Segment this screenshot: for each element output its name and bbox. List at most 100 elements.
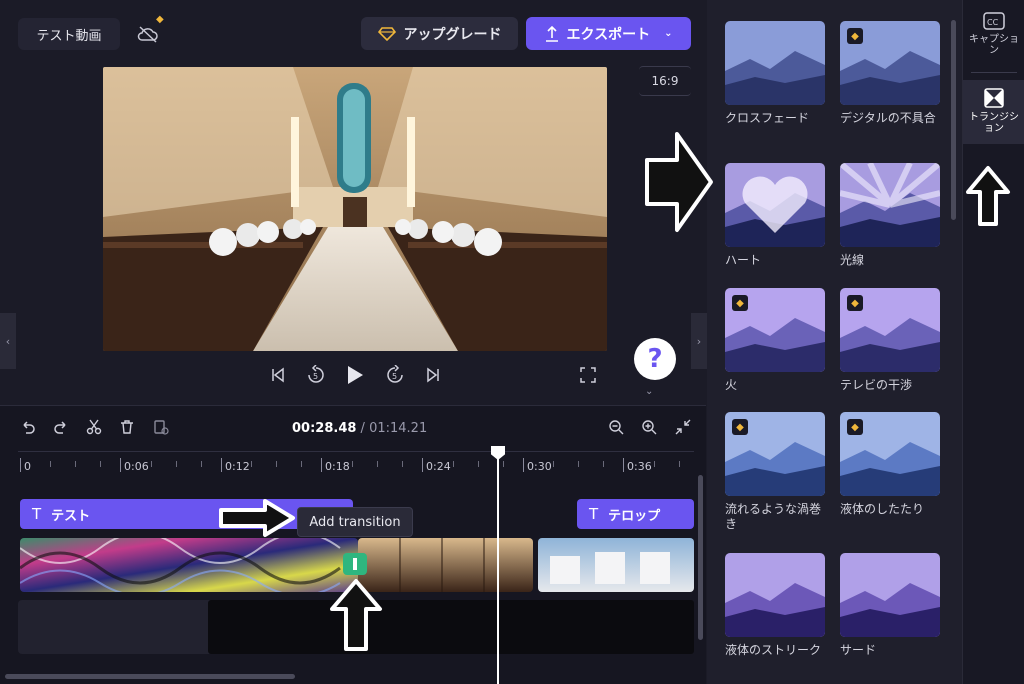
time-separator: / [356,421,370,436]
transition-card[interactable]: ◆ [840,21,940,105]
ruler-tick: 0:30 [523,458,552,473]
transition-card[interactable] [840,553,940,637]
diamond-icon [377,26,396,41]
panel-scrollbar[interactable] [951,20,956,220]
export-label: エクスポート [566,26,651,43]
transition-card[interactable] [840,163,940,247]
play-button[interactable] [342,362,368,388]
project-title: テスト動画 [36,28,102,44]
audio-clip[interactable] [208,600,694,654]
transition-card[interactable]: ◆ [725,288,825,372]
upgrade-button[interactable]: アップグレード [361,17,518,50]
rail-transitions-label: トランジション [969,112,1019,134]
text-icon: T [589,505,599,523]
fit-icon [675,419,691,435]
left-panel-toggle[interactable]: ‹ [0,313,16,369]
ruler-minor-tick [201,461,202,467]
vertical-scrollbar[interactable] [698,475,703,640]
rail-transitions[interactable]: トランジション [963,80,1024,144]
ruler-minor-tick [478,461,479,467]
chevron-down-icon[interactable]: ⌄ [645,386,653,397]
timeline-ruler[interactable]: 0 0:06 0:12 0:18 0:24 0:30 0:36 [18,451,694,473]
diamond-icon: ◆ [847,419,863,435]
transition-marker-icon [353,558,357,570]
rail-captions[interactable]: CC キャプション [963,8,1024,70]
zoom-out-button[interactable] [605,416,627,438]
ruler-minor-tick [75,461,76,467]
svg-text:5: 5 [392,372,397,381]
diamond-icon: ◆ [732,419,748,435]
diamond-icon: ◆ [847,295,863,311]
ruler-minor-tick [151,461,152,467]
ruler-minor-tick [402,461,403,467]
ruler-minor-tick [654,461,655,467]
video-preview [103,67,607,351]
help-button[interactable]: ? [634,338,676,380]
annotation-arrow-up [966,166,1010,226]
transition-thumbnail [725,553,825,637]
current-time: 00:28.48 [292,421,357,436]
fullscreen-icon [580,367,596,383]
horizontal-scrollbar[interactable] [5,674,295,679]
transition-card[interactable] [725,163,825,247]
forward-5-button[interactable]: 5 [382,362,408,388]
timecode: 00:28.48 / 01:14.21 [292,421,427,436]
export-button[interactable]: エクスポート ⌄ [526,17,691,50]
duplicate-button[interactable] [150,416,172,438]
transition-label: 光線 [840,253,865,267]
text-icon: T [32,505,42,523]
transition-card[interactable]: ◆ [840,412,940,496]
annotation-arrow-right [219,499,295,537]
right-rail: CC キャプション トランジション [962,0,1024,684]
ruler-minor-tick [276,461,277,467]
rewind-5-button[interactable]: 5 [303,362,329,388]
project-title-button[interactable]: テスト動画 [18,18,120,50]
transition-thumbnail [725,163,825,247]
transition-thumbnail [840,163,940,247]
transition-card[interactable] [725,21,825,105]
transition-label: テレビの干渉 [840,378,913,392]
redo-button[interactable] [50,416,72,438]
fullscreen-button[interactable] [575,362,601,388]
right-panel-toggle[interactable]: › [691,313,707,369]
text-clip[interactable]: T テロップ [577,499,694,529]
ruler-tick: 0:12 [221,458,250,473]
diamond-icon: ◆ [847,28,863,44]
duplicate-icon [154,420,169,435]
text-clip-label: テロップ [608,508,661,524]
skip-back-button[interactable] [265,362,291,388]
ruler-minor-tick [100,461,101,467]
annotation-arrow-right [645,132,713,232]
chevron-right-icon: › [696,334,702,348]
svg-text:5: 5 [313,372,318,381]
ruler-tick: 0:18 [321,458,350,473]
ruler-tick: 0:06 [120,458,149,473]
diamond-icon: ◆ [156,14,164,25]
split-button[interactable] [83,416,105,438]
transition-label: デジタルの不具合 [840,111,936,125]
ruler-minor-tick [176,461,177,467]
ruler-minor-tick [553,461,554,467]
undo-button[interactable] [17,416,39,438]
ruler-tick: 0:24 [422,458,451,473]
playhead[interactable] [497,450,499,684]
transition-label: 液体のしたたり [840,502,925,516]
transition-card[interactable] [725,553,825,637]
fit-timeline-button[interactable] [672,416,694,438]
transition-icon [984,88,1004,108]
total-time: 01:14.21 [369,421,428,436]
transition-card[interactable]: ◆ [840,288,940,372]
delete-button[interactable] [116,416,138,438]
editor-app: テスト動画 ◆ アップグレード エクスポート ⌄ 16:9 ‹ › 5 5 ? … [0,0,1024,684]
skip-forward-button[interactable] [420,362,446,388]
add-transition-button[interactable] [343,553,367,575]
transition-label: 火 [725,378,738,392]
ruler-minor-tick [578,461,579,467]
transition-card[interactable]: ◆ [725,412,825,496]
chevron-down-icon: ⌄ [664,28,673,39]
upload-icon [545,25,558,42]
zoom-in-button[interactable] [638,416,660,438]
scissors-icon [86,419,102,435]
aspect-ratio-button[interactable]: 16:9 [639,66,691,96]
rail-divider [971,72,1017,73]
